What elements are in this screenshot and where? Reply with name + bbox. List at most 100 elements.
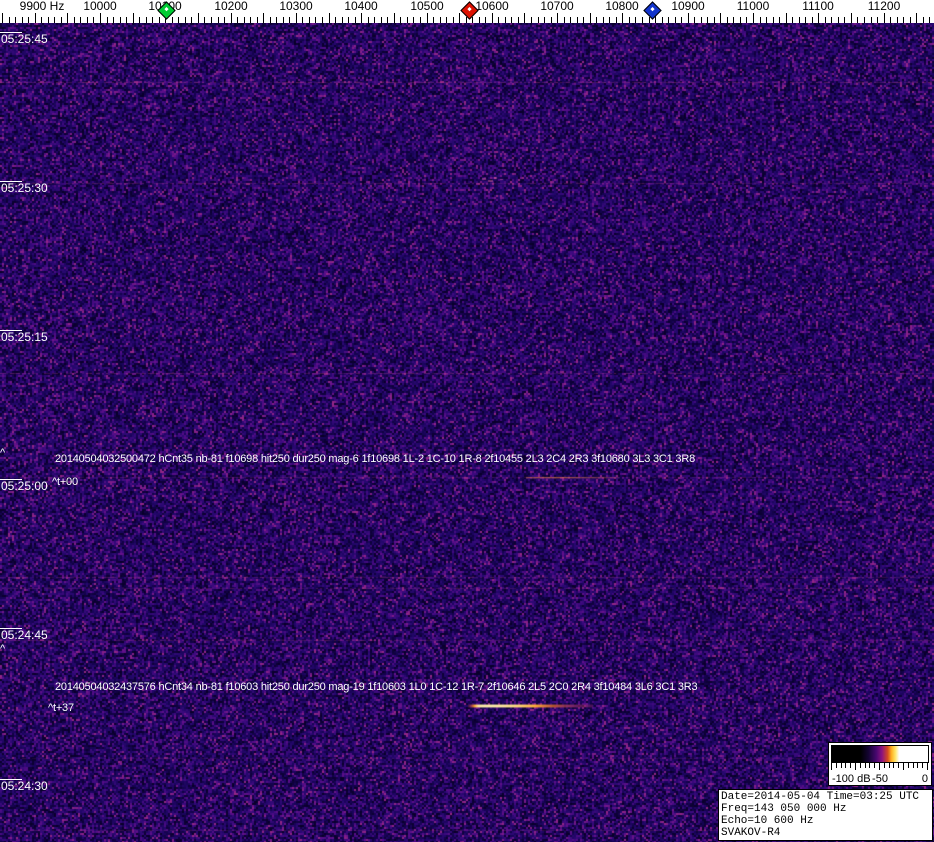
legend-tick xyxy=(927,763,928,770)
freq-tick xyxy=(367,17,369,23)
freq-tick xyxy=(295,13,297,23)
freq-tick xyxy=(472,17,474,23)
legend-tick xyxy=(855,763,856,770)
freq-label: 10200 xyxy=(214,0,248,13)
freq-tick xyxy=(15,17,17,23)
freq-tick xyxy=(733,17,735,23)
freq-tick xyxy=(315,17,317,23)
freq-tick xyxy=(524,13,526,23)
freq-tick xyxy=(798,17,800,23)
freq-tick xyxy=(211,17,212,23)
freq-tick xyxy=(700,17,702,23)
freq-tick xyxy=(641,17,643,23)
freq-tick xyxy=(282,17,284,23)
freq-tick xyxy=(850,13,852,23)
freq-tick xyxy=(354,17,356,23)
freq-tick xyxy=(439,17,441,23)
freq-tick xyxy=(54,17,56,23)
colormap-gradient xyxy=(831,745,929,763)
freq-label: 10700 xyxy=(540,0,574,13)
freq-tick xyxy=(197,13,199,23)
legend-mid-label: -50 xyxy=(872,773,888,785)
freq-tick xyxy=(328,13,330,23)
marker-diamond-blue[interactable] xyxy=(643,1,662,20)
freq-tick xyxy=(661,17,663,23)
legend-tick xyxy=(869,763,871,768)
freq-tick xyxy=(557,13,559,23)
freq-tick xyxy=(380,17,382,23)
legend-tick xyxy=(874,763,876,768)
freq-tick xyxy=(870,17,872,23)
legend-tick xyxy=(859,763,861,768)
freq-tick xyxy=(857,17,859,23)
freq-tick xyxy=(537,17,539,23)
freq-tick xyxy=(113,17,115,23)
legend-tick xyxy=(907,763,909,768)
freq-label: 10600 xyxy=(475,0,509,13)
station-info-box: Date=2014-05-04 Time=03:25 UTC Freq=143 … xyxy=(718,789,933,841)
legend-tick xyxy=(903,763,904,770)
freq-tick xyxy=(570,17,572,23)
spectrogram-waterfall[interactable] xyxy=(0,23,934,842)
freq-label: 11000 xyxy=(736,0,770,13)
freq-tick xyxy=(511,17,513,23)
freq-tick xyxy=(100,13,101,23)
freq-tick xyxy=(171,17,173,23)
freq-tick xyxy=(348,17,350,23)
freq-tick xyxy=(628,17,630,23)
freq-tick xyxy=(504,17,506,23)
freq-tick xyxy=(890,17,892,23)
info-station-id: SVAKOV-R4 xyxy=(721,827,781,839)
freq-label: 10500 xyxy=(410,0,444,13)
freq-tick xyxy=(635,17,637,23)
freq-tick xyxy=(465,17,467,23)
freq-tick xyxy=(530,17,532,23)
freq-tick xyxy=(844,17,846,23)
freq-tick xyxy=(302,17,304,23)
freq-tick xyxy=(230,13,232,23)
freq-tick xyxy=(406,17,408,23)
freq-tick xyxy=(753,13,754,23)
freq-label: 10400 xyxy=(344,0,378,13)
freq-tick xyxy=(459,13,461,23)
freq-tick xyxy=(387,17,389,23)
info-frequency: Freq=143 050 000 Hz xyxy=(721,803,847,815)
freq-tick xyxy=(550,17,552,23)
freq-tick xyxy=(158,17,160,23)
freq-tick xyxy=(922,17,924,23)
freq-tick xyxy=(674,17,676,23)
freq-tick xyxy=(263,13,265,23)
freq-tick xyxy=(478,17,480,23)
freq-tick xyxy=(361,13,363,23)
legend-tick xyxy=(898,763,900,768)
freq-tick xyxy=(237,17,239,23)
color-scale-legend: -100 dB -50 0 xyxy=(828,742,932,786)
freq-tick xyxy=(250,17,252,23)
legend-tick xyxy=(879,763,880,770)
freq-tick xyxy=(576,17,578,23)
freq-tick xyxy=(374,17,376,23)
freq-tick xyxy=(67,13,69,23)
freq-tick xyxy=(47,17,49,23)
freq-tick xyxy=(903,17,905,23)
freq-tick xyxy=(563,17,565,23)
freq-tick xyxy=(766,17,768,23)
freq-tick xyxy=(609,17,611,23)
freq-tick xyxy=(544,17,546,23)
freq-tick xyxy=(811,17,813,23)
freq-tick xyxy=(929,17,931,23)
freq-tick xyxy=(152,17,154,23)
freq-tick xyxy=(41,17,43,23)
freq-tick xyxy=(433,17,435,23)
freq-tick xyxy=(413,17,415,23)
freq-tick xyxy=(779,17,781,23)
freq-tick xyxy=(126,17,128,23)
freq-tick xyxy=(426,13,428,23)
freq-tick xyxy=(746,17,748,23)
freq-label: 10300 xyxy=(279,0,313,13)
freq-tick xyxy=(21,17,23,23)
frequency-ruler[interactable]: 9900 Hz100001010010200103001040010500106… xyxy=(0,0,934,23)
freq-tick xyxy=(393,13,395,23)
freq-tick xyxy=(792,17,794,23)
legend-tick xyxy=(840,763,842,768)
